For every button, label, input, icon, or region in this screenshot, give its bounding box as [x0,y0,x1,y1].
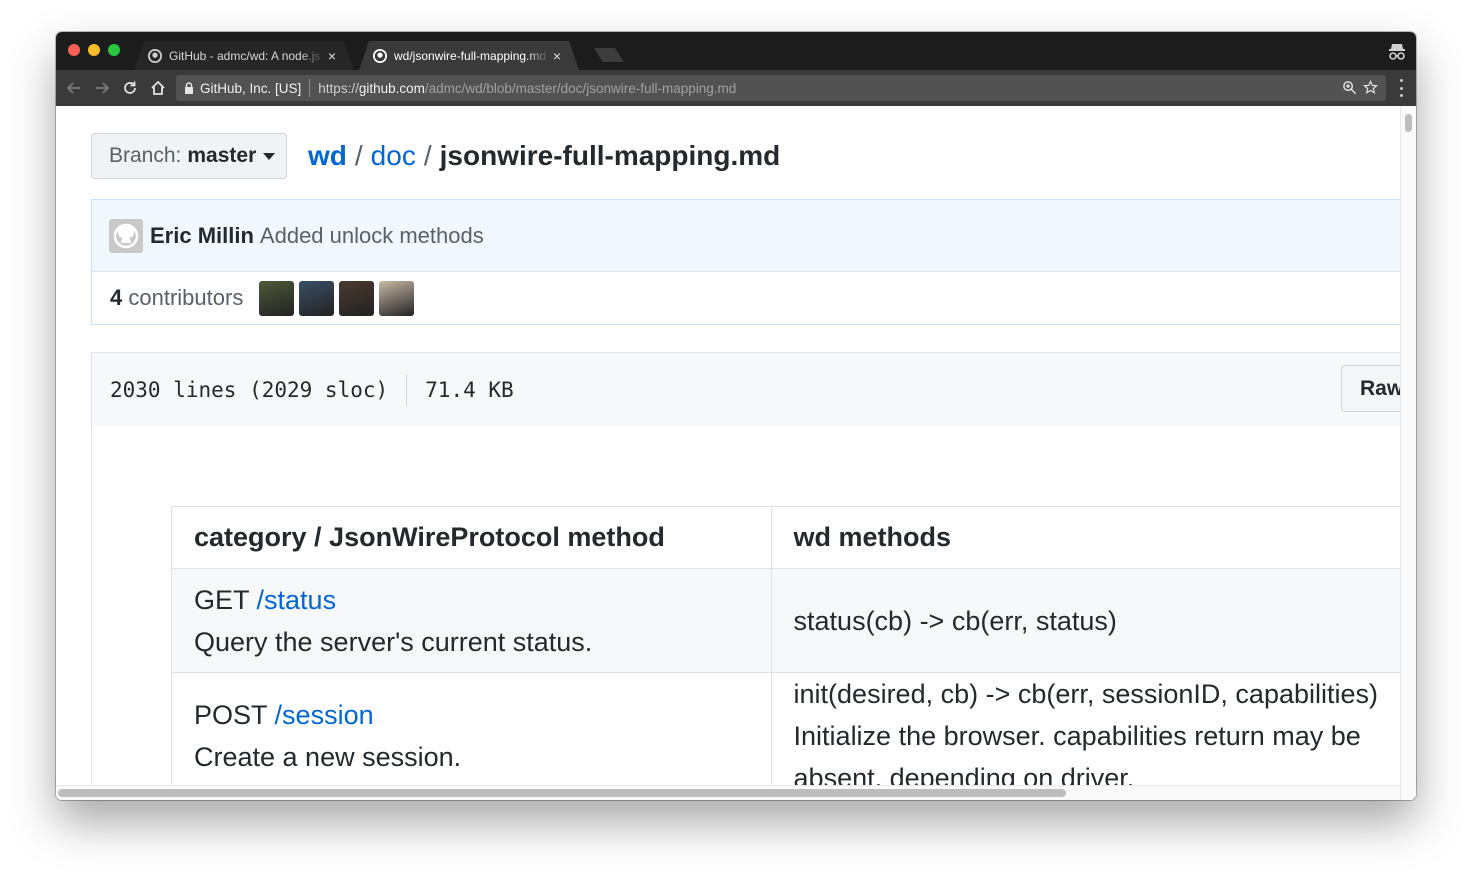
endpoint-link[interactable]: /status [257,585,337,615]
tab-strip: GitHub - admc/wd: A node.js client for w… [56,32,1416,70]
contributors-count[interactable]: 4 contributors [110,285,243,311]
wd-method-line: init(desired, cb) -> cb(err, sessionID, … [793,679,1378,709]
mapping-table: category / JsonWireProtocol method wd me… [171,506,1401,800]
github-favicon-icon [373,49,387,63]
commit-message-link[interactable]: Added unlock methods [260,223,484,249]
browser-window: GitHub - admc/wd: A node.js client for w… [56,32,1416,800]
contributor-avatar[interactable] [259,280,295,316]
file-size: 71.4 KB [425,377,514,402]
close-tab-icon[interactable]: × [324,48,340,64]
bookmark-star-icon[interactable] [1363,80,1378,95]
back-arrow-icon [66,82,80,94]
breadcrumb: wd / doc / jsonwire-full-mapping.md [308,140,780,172]
commit-author-link[interactable]: Eric Millin [150,223,254,249]
contributors-label: contributors [128,285,244,310]
table-row: GET /status Query the server's current s… [171,568,1401,673]
incognito-icon [1389,44,1405,60]
forward-button[interactable] [92,78,112,98]
branch-label: Branch: [109,144,182,167]
method-description: Query the server's current status. [194,626,593,657]
browser-toolbar: GitHub, Inc. [US] https://github.com/adm… [56,70,1416,106]
file-header: 2030 lines (2029 sloc) 71.4 KB [91,352,1401,427]
table-cell-method: GET /status Query the server's current s… [171,568,772,673]
tab-title: wd/jsonwire-full-mapping.md at master · … [394,48,547,63]
vertical-scroll-thumb[interactable] [1405,114,1412,132]
table-header-wd-methods: wd methods [770,506,1401,569]
lock-icon [185,82,193,94]
latest-commit: Eric Millin Added unlock methods [91,199,1401,271]
site-identity[interactable]: GitHub, Inc. [US] [200,81,301,96]
contributor-avatar[interactable] [339,280,375,316]
tab-github-repo[interactable]: GitHub - admc/wd: A node.js client for w… [134,41,354,70]
home-icon [151,80,165,95]
branch-select-button[interactable]: Branch: master [91,133,287,179]
author-avatar[interactable] [109,218,143,253]
address-separator [309,79,311,97]
home-button[interactable] [148,78,168,98]
close-tab-icon[interactable]: × [549,48,565,64]
table-cell-method: POST /session Create a new session. [171,672,772,800]
branch-name: master [187,144,257,167]
breadcrumb-dir-link[interactable]: doc [371,140,416,171]
contributor-avatar[interactable] [299,280,335,316]
close-window-button[interactable] [68,44,80,56]
reload-icon [124,81,136,94]
address-bar-actions [1342,80,1378,95]
table-cell-wd: status(cb) -> cb(err, status) [770,568,1401,673]
caret-down-icon [263,152,276,160]
url-scheme: https:// [318,80,359,96]
http-verb: POST [194,700,268,730]
table-header-row: category / JsonWireProtocol method wd me… [171,506,1401,569]
github-octocat-icon [113,223,139,248]
reload-button[interactable] [120,78,140,98]
horizontal-scrollbar[interactable] [56,785,1401,800]
back-button[interactable] [64,78,84,98]
tab-title: GitHub - admc/wd: A node.js client for w… [169,48,321,63]
url-host: github.com [358,80,425,96]
breadcrumb-separator: / [354,140,363,171]
method-description: Create a new session. [194,742,462,772]
forward-arrow-icon [96,82,110,94]
tab-jsonwire-mapping[interactable]: wd/jsonwire-full-mapping.md at master · … [359,41,579,70]
table-header-category: category / JsonWireProtocol method [171,506,772,569]
github-favicon-icon [148,49,162,63]
table-row: POST /session Create a new session. init… [171,672,1401,800]
contributor-avatars [259,280,415,316]
file-line-count: 2030 lines (2029 sloc) [110,377,389,402]
minimize-window-button[interactable] [88,44,100,56]
contributors-number: 4 [110,285,123,310]
wd-method-line: status(cb) -> cb(err, status) [793,605,1117,636]
table-cell-wd: init(desired, cb) -> cb(err, sessionID, … [770,672,1401,800]
zoom-icon[interactable] [1342,80,1357,95]
wd-method-line: Initialize the browser. capabilities ret… [793,721,1361,751]
http-verb: GET [194,584,250,615]
browser-menu-icon[interactable] [1398,79,1404,97]
address-bar[interactable]: GitHub, Inc. [US] https://github.com/adm… [176,75,1386,101]
breadcrumb-file: jsonwire-full-mapping.md [439,140,781,171]
raw-button[interactable]: Raw [1341,365,1401,412]
contributors-bar: 4 contributors [91,271,1401,325]
maximize-window-button[interactable] [108,44,120,56]
horizontal-scroll-thumb[interactable] [58,789,1066,797]
breadcrumb-repo-link[interactable]: wd [308,140,347,171]
file-info-divider [406,373,408,406]
page-viewport: Branch: master wd / doc / jsonwire-full-mapp… [56,106,1401,800]
endpoint-link[interactable]: /session [275,700,374,730]
new-tab-button[interactable] [594,48,624,62]
url-path: /admc/wd/blob/master/doc/jsonwire-full-m… [424,80,737,96]
breadcrumb-separator: / [423,140,432,171]
vertical-scrollbar[interactable] [1400,106,1416,800]
contributor-avatar[interactable] [379,280,415,316]
